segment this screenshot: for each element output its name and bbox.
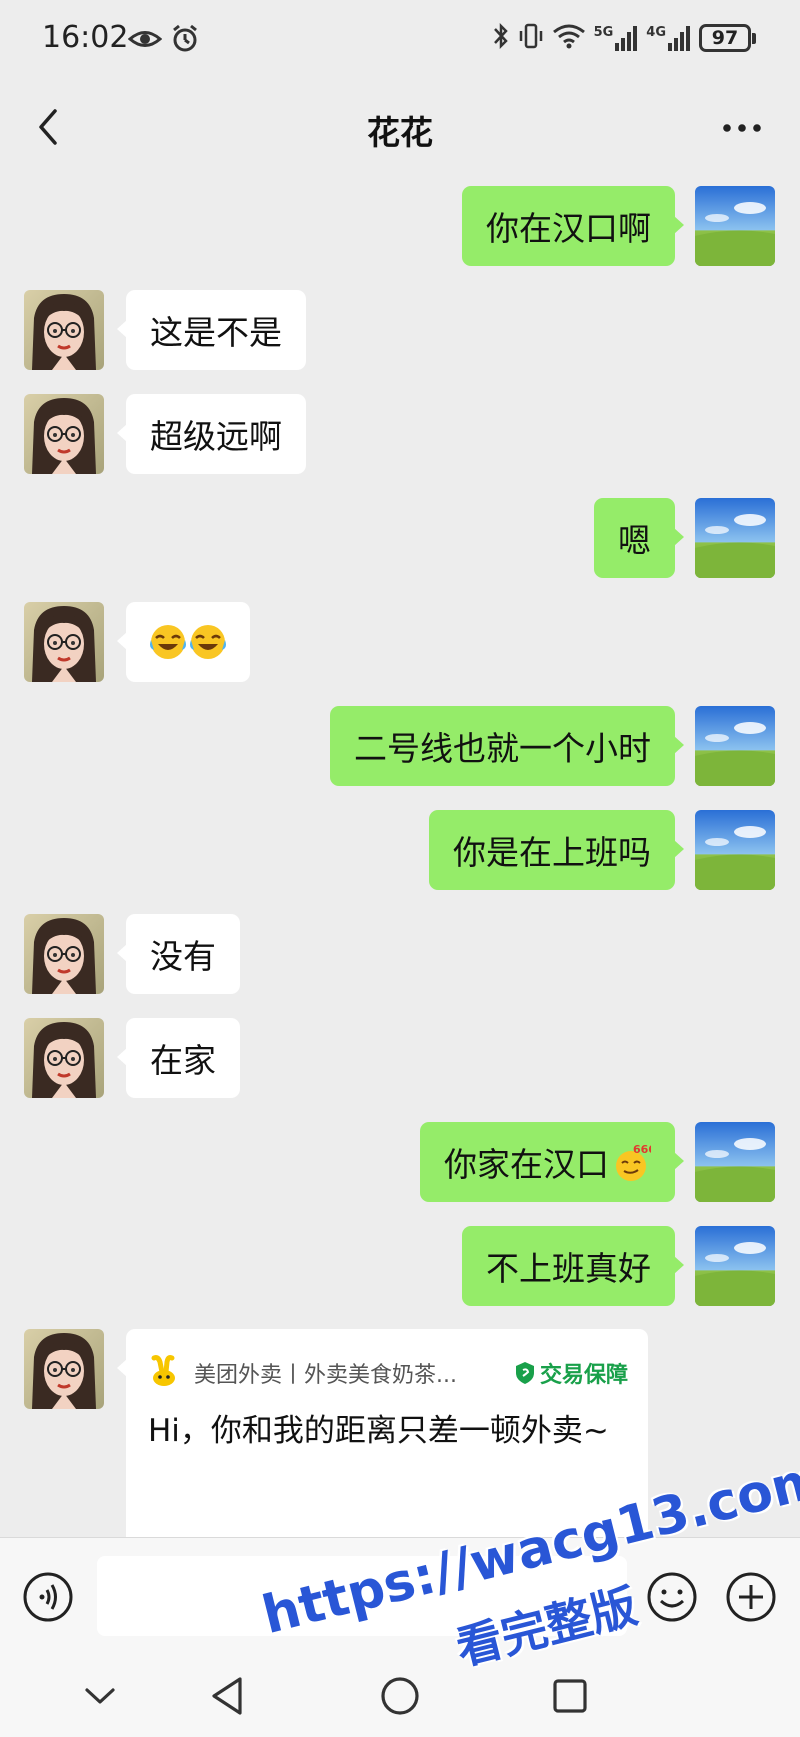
message-row: 没有 bbox=[0, 914, 800, 994]
signal-icon-5g: 5G bbox=[594, 25, 639, 51]
vibrate-icon bbox=[518, 22, 544, 54]
voice-button[interactable] bbox=[22, 1571, 74, 1623]
smiley-icon bbox=[647, 1572, 697, 1622]
more-button[interactable] bbox=[720, 108, 764, 148]
my-avatar[interactable] bbox=[695, 186, 775, 266]
status-bar: 16:02 5G 4G 97 bbox=[0, 0, 800, 80]
message-bubble[interactable]: 嗯 bbox=[594, 498, 684, 578]
message-bubble[interactable]: 没有 bbox=[117, 914, 240, 994]
message-row: 你家在汉口 666 bbox=[0, 1122, 800, 1202]
circle-home-icon bbox=[381, 1677, 419, 1715]
chat-title: 花花 bbox=[367, 113, 433, 152]
triangle-back-icon bbox=[212, 1677, 242, 1715]
message-text: 你在汉口啊 bbox=[486, 209, 651, 248]
tears-of-joy-icon bbox=[190, 624, 226, 660]
message-row bbox=[0, 602, 800, 682]
alarm-icon bbox=[170, 24, 200, 58]
message-row: 二号线也就一个小时 bbox=[0, 706, 800, 786]
message-text: 嗯 bbox=[618, 521, 651, 560]
square-recents-icon bbox=[553, 1679, 587, 1713]
voice-icon bbox=[23, 1572, 73, 1622]
message-bubble[interactable]: 在家 bbox=[117, 1018, 240, 1098]
back-button[interactable] bbox=[28, 102, 68, 152]
card-source: 美团外卖丨外卖美食奶茶... bbox=[194, 1363, 457, 1388]
message-text: 在家 bbox=[150, 1041, 216, 1080]
battery-icon: 97 bbox=[699, 24, 756, 52]
message-text: 你家在汉口 bbox=[444, 1145, 609, 1184]
emoji-button[interactable] bbox=[646, 1571, 698, 1623]
message-text: 超级远啊 bbox=[150, 417, 282, 456]
my-avatar[interactable] bbox=[695, 1226, 775, 1306]
meituan-logo-icon bbox=[148, 1354, 182, 1392]
plus-circle-icon bbox=[726, 1572, 776, 1622]
contact-avatar[interactable] bbox=[24, 1018, 104, 1098]
badge-label: 交易保障 bbox=[539, 1363, 628, 1388]
nav-home-button[interactable] bbox=[374, 1670, 426, 1722]
card-text: Hi，你和我的距离只差一顿外卖~ bbox=[148, 1413, 609, 1449]
message-bubble[interactable]: 二号线也就一个小时 bbox=[330, 706, 684, 786]
contact-avatar[interactable] bbox=[24, 290, 104, 370]
message-input[interactable] bbox=[97, 1556, 627, 1636]
message-row: 超级远啊 bbox=[0, 394, 800, 474]
message-bubble[interactable]: 这是不是 bbox=[117, 290, 306, 370]
my-avatar[interactable] bbox=[695, 498, 775, 578]
chevron-left-icon bbox=[39, 109, 57, 145]
message-bubble[interactable]: 超级远啊 bbox=[117, 394, 306, 474]
message-text: 这是不是 bbox=[150, 313, 282, 352]
nav-recents-button[interactable] bbox=[544, 1670, 596, 1722]
chat-messages[interactable]: 你在汉口啊 这是不是 超级远啊 嗯 二号线也就一个小时 你是在上班吗 没有 在家 bbox=[0, 175, 800, 1537]
collapse-button[interactable] bbox=[74, 1670, 126, 1722]
more-dots-icon bbox=[723, 124, 761, 132]
contact-avatar[interactable] bbox=[24, 914, 104, 994]
message-text: 没有 bbox=[150, 937, 216, 976]
message-text: 不上班真好 bbox=[486, 1249, 651, 1288]
chevron-down-icon bbox=[85, 1688, 115, 1704]
message-row: 嗯 bbox=[0, 498, 800, 578]
contact-avatar[interactable] bbox=[24, 394, 104, 474]
system-navigation-bar bbox=[0, 1652, 800, 1737]
shield-icon bbox=[515, 1362, 534, 1384]
nav-back-button[interactable] bbox=[202, 1670, 254, 1722]
more-actions-button[interactable] bbox=[725, 1571, 777, 1623]
message-bubble[interactable]: 你是在上班吗 bbox=[429, 810, 684, 890]
message-row: 不上班真好 bbox=[0, 1226, 800, 1306]
message-text: 二号线也就一个小时 bbox=[354, 729, 651, 768]
contact-avatar[interactable] bbox=[24, 1329, 104, 1409]
wifi-icon bbox=[552, 22, 586, 54]
signal-icon-4g: 4G bbox=[646, 25, 691, 51]
my-avatar[interactable] bbox=[695, 706, 775, 786]
message-bubble[interactable] bbox=[117, 602, 250, 682]
trade-guarantee-badge: 交易保障 bbox=[514, 1357, 628, 1389]
my-avatar[interactable] bbox=[695, 810, 775, 890]
status-left-icons bbox=[127, 24, 200, 58]
battery-level: 97 bbox=[699, 24, 751, 52]
message-row: 你在汉口啊 bbox=[0, 186, 800, 266]
my-avatar[interactable] bbox=[695, 1122, 775, 1202]
mini-program-card[interactable]: 美团外卖丨外卖美食奶茶... 交易保障 Hi，你和我的距离只差一顿外卖~ bbox=[126, 1329, 648, 1537]
message-row: 这是不是 bbox=[0, 290, 800, 370]
message-row: 你是在上班吗 bbox=[0, 810, 800, 890]
network-label-1: 5G bbox=[593, 25, 614, 40]
chat-header: 花花 bbox=[0, 80, 800, 175]
contact-avatar[interactable] bbox=[24, 602, 104, 682]
tears-of-joy-icon bbox=[150, 624, 186, 660]
bluetooth-icon bbox=[492, 22, 510, 54]
666-emoji-icon: 666 bbox=[611, 1142, 651, 1182]
status-right: 5G 4G 97 bbox=[492, 22, 756, 54]
network-label-2: 4G bbox=[646, 25, 666, 40]
card-header: 美团外卖丨外卖美食奶茶... 交易保障 bbox=[148, 1353, 628, 1393]
input-bar bbox=[0, 1537, 800, 1652]
message-bubble[interactable]: 你家在汉口 666 bbox=[420, 1122, 684, 1202]
message-text: 你是在上班吗 bbox=[453, 833, 651, 872]
message-row: 在家 bbox=[0, 1018, 800, 1098]
eye-icon bbox=[127, 24, 163, 58]
message-bubble[interactable]: 你在汉口啊 bbox=[462, 186, 684, 266]
status-time: 16:02 bbox=[42, 20, 129, 55]
svg-text:666: 666 bbox=[633, 1143, 651, 1156]
message-bubble[interactable]: 不上班真好 bbox=[462, 1226, 684, 1306]
